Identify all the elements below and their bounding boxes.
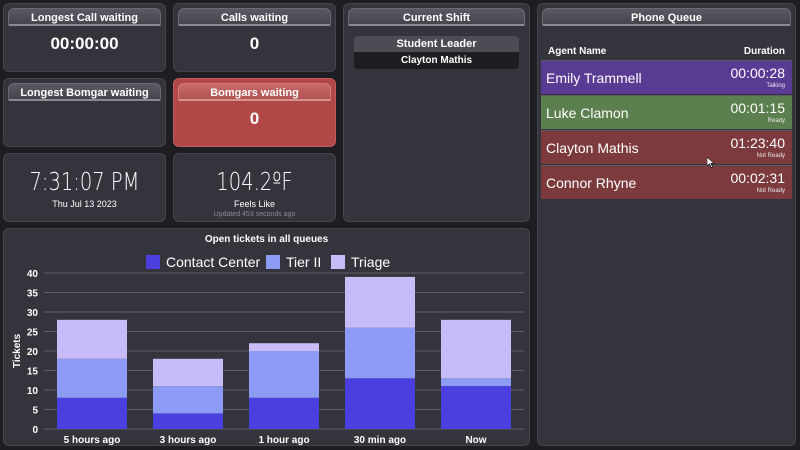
y-tick-label: 20 bbox=[27, 347, 39, 358]
queue-status: Not Ready bbox=[756, 188, 785, 194]
tickets-chart-panel: Open tickets in all queues Contact Cente… bbox=[3, 228, 530, 446]
queue-agent-name: Connor Rhyne bbox=[546, 175, 637, 191]
clock-time: 7:31:07 PM bbox=[29, 167, 140, 196]
queue-status: Talking bbox=[766, 83, 785, 89]
calls-waiting-title: Calls waiting bbox=[178, 8, 331, 26]
legend-swatch bbox=[266, 255, 280, 269]
bomgars-waiting-title: Bomgars waiting bbox=[178, 83, 331, 101]
x-tick-label: 3 hours ago bbox=[160, 435, 217, 445]
bar-segment bbox=[441, 378, 511, 387]
bar-segment bbox=[153, 358, 223, 387]
legend-label: Tier II bbox=[286, 254, 321, 270]
y-tick-label: 0 bbox=[32, 425, 38, 436]
phone-queue-title: Phone Queue bbox=[542, 8, 791, 26]
queue-duration: 00:02:31 bbox=[730, 170, 786, 186]
y-tick-label: 35 bbox=[27, 289, 39, 300]
bomgars-waiting-value: 0 bbox=[249, 109, 260, 128]
queue-agent-name: Luke Clamon bbox=[546, 105, 629, 121]
longest-call-card: Longest Call waiting 00:00:00 bbox=[3, 3, 166, 72]
queue-status: Ready bbox=[767, 118, 785, 124]
queue-col-duration: Duration bbox=[743, 46, 785, 57]
queue-row[interactable]: Luke Clamon 00:01:15 Ready bbox=[541, 95, 792, 129]
bar-segment bbox=[57, 319, 127, 359]
y-tick-label: 30 bbox=[27, 308, 39, 319]
x-tick-label: Now bbox=[465, 435, 486, 445]
bar-segment bbox=[153, 386, 223, 414]
bar-segment bbox=[345, 327, 415, 379]
current-shift-panel: Current Shift Student Leader Clayton Mat… bbox=[343, 3, 530, 222]
queue-row[interactable]: Emily Trammell 00:00:28 Talking bbox=[541, 60, 792, 94]
legend-swatch bbox=[146, 255, 160, 269]
clock-date: Thu Jul 13 2023 bbox=[52, 199, 117, 209]
y-tick-label: 40 bbox=[27, 269, 39, 280]
y-tick-label: 25 bbox=[27, 328, 39, 339]
legend-label: Triage bbox=[351, 254, 390, 270]
bar-segment bbox=[57, 397, 127, 429]
bar-segment bbox=[441, 319, 511, 379]
x-tick-label: 5 hours ago bbox=[64, 435, 121, 445]
bar-segment bbox=[345, 378, 415, 429]
queue-col-agent: Agent Name bbox=[548, 46, 607, 57]
mouse-cursor-icon bbox=[707, 157, 715, 168]
bar-segment bbox=[441, 386, 511, 429]
weather-temp: 104.2ºF bbox=[216, 167, 293, 196]
queue-duration: 00:00:28 bbox=[730, 65, 786, 81]
calls-waiting-card: Calls waiting 0 bbox=[173, 3, 336, 72]
weather-updated: Updated 453 seconds ago bbox=[213, 211, 296, 218]
queue-agent-name: Clayton Mathis bbox=[546, 140, 639, 156]
bar-segment bbox=[57, 358, 127, 398]
weather-card: 104.2ºF Feels Like Updated 453 seconds a… bbox=[173, 153, 336, 222]
y-tick-label: 10 bbox=[27, 386, 39, 397]
bomgars-waiting-card: Bomgars waiting 0 bbox=[173, 78, 336, 147]
y-axis-label: Tickets bbox=[12, 333, 23, 368]
calls-waiting-value: 0 bbox=[249, 34, 260, 53]
bar-segment bbox=[153, 413, 223, 429]
legend-label: Contact Center bbox=[166, 254, 260, 270]
weather-label: Feels Like bbox=[233, 199, 276, 209]
x-tick-label: 1 hour ago bbox=[258, 435, 309, 445]
legend-swatch bbox=[331, 255, 345, 269]
queue-duration: 00:01:15 bbox=[730, 100, 786, 116]
shift-role: Student Leader bbox=[354, 36, 519, 52]
phone-queue-panel: Phone Queue Agent Name Duration Emily Tr… bbox=[537, 3, 796, 446]
y-tick-label: 15 bbox=[27, 367, 39, 378]
shift-person: Clayton Mathis bbox=[354, 52, 519, 69]
current-shift-title: Current Shift bbox=[348, 8, 525, 26]
queue-duration: 01:23:40 bbox=[730, 135, 786, 151]
queue-row[interactable]: Connor Rhyne 00:02:31 Not Ready bbox=[541, 165, 792, 199]
tickets-chart: Contact Center Tier II Triage 0 5 10 15 20 25 30 3… bbox=[12, 254, 524, 445]
bar-segment bbox=[249, 397, 319, 429]
longest-bomgar-title: Longest Bomgar waiting bbox=[8, 83, 161, 101]
clock-card: 7:31:07 PM Thu Jul 13 2023 bbox=[3, 153, 166, 222]
queue-status: Not Ready bbox=[756, 153, 785, 159]
longest-call-title: Longest Call waiting bbox=[8, 8, 161, 26]
bar-segment bbox=[345, 276, 415, 328]
bar-segment bbox=[249, 343, 319, 351]
queue-agent-name: Emily Trammell bbox=[546, 70, 642, 86]
queue-header: Agent Name Duration bbox=[544, 44, 789, 60]
longest-bomgar-card: Longest Bomgar waiting bbox=[3, 78, 166, 147]
x-tick-label: 30 min ago bbox=[354, 435, 406, 445]
queue-row[interactable]: Clayton Mathis 01:23:40 Not Ready bbox=[541, 130, 792, 164]
longest-call-value: 00:00:00 bbox=[50, 34, 119, 53]
y-tick-label: 5 bbox=[32, 406, 38, 417]
bar-segment bbox=[249, 351, 319, 398]
